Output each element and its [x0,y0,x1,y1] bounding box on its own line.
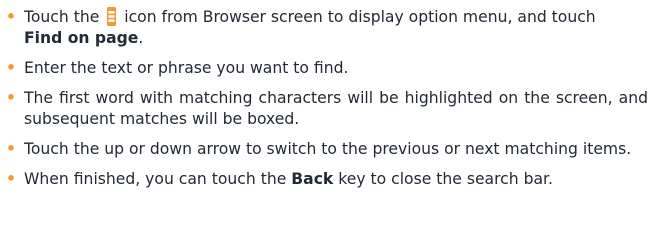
list-item: • Touch the icon from Browser screen to … [6,7,648,49]
back-key-label: Back [291,170,334,188]
item-text: . [138,29,144,47]
bullet-icon: • [6,140,16,158]
list-item: • The first word with matching character… [6,88,648,130]
bullet-icon: • [6,59,16,77]
item-text: When finished, you can touch the [24,170,287,188]
bullet-icon: • [6,8,16,26]
find-on-page-label: Find on page [24,29,139,47]
item-text: Touch the [24,8,100,26]
item-text: Enter the text or phrase you want to fin… [24,59,349,77]
instruction-list: • Touch the icon from Browser screen to … [6,7,648,190]
list-item: • When finished, you can touch the Back … [6,169,648,190]
item-text: Touch the up or down arrow to switch to … [24,140,632,158]
list-item: • Enter the text or phrase you want to f… [6,58,648,79]
item-text: The first word with matching characters … [24,89,648,128]
menu-icon [107,7,117,26]
item-text: icon from Browser screen to display opti… [124,8,596,26]
list-item: • Touch the up or down arrow to switch t… [6,139,648,160]
item-text: key to close the search bar. [338,170,553,188]
bullet-icon: • [6,170,16,188]
bullet-icon: • [6,89,16,107]
